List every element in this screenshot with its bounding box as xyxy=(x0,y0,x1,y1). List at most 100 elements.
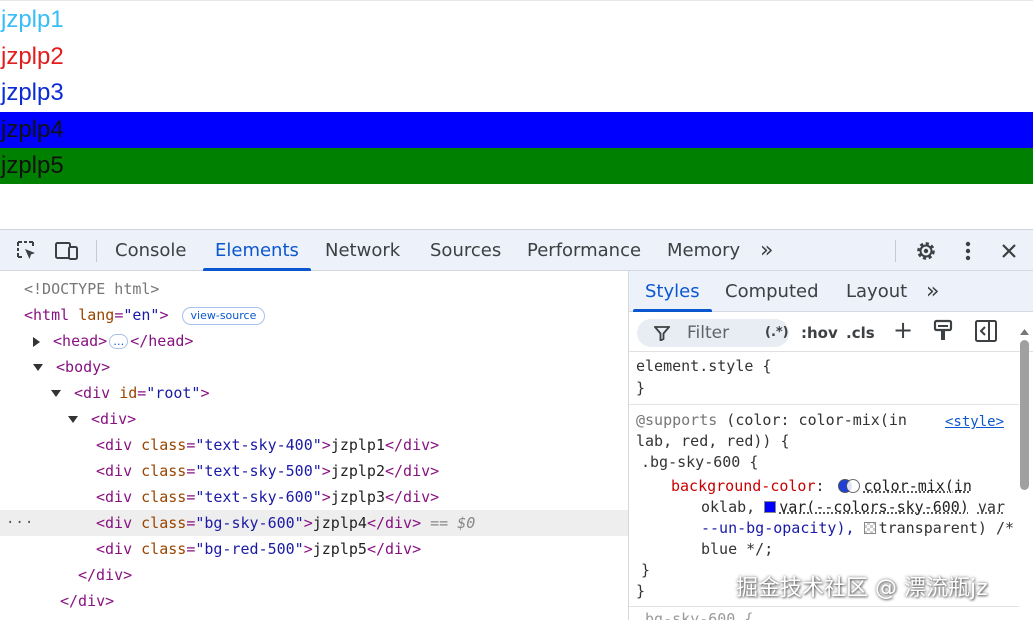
rule-divider xyxy=(629,606,1019,607)
elements-tree: <!DOCTYPE html> <html lang="en"> view-so… xyxy=(0,271,629,620)
class-attr-value: "bg-sky-600" xyxy=(195,514,304,532)
tree-item-4-selected[interactable]: ··· <div class="bg-sky-600">jzplp4</div>… xyxy=(0,510,628,536)
close-devtools-icon[interactable] xyxy=(996,238,1022,264)
inspect-element-icon[interactable] xyxy=(14,238,40,264)
expand-triangle-icon[interactable] xyxy=(33,336,40,347)
html-tag-end: > xyxy=(159,306,169,324)
more-tabs-icon[interactable]: » xyxy=(760,230,774,271)
supports-condition: (color: color-mix(in xyxy=(717,411,907,429)
tree-root-div[interactable]: <div id="root"> xyxy=(0,380,628,406)
scrollbar-thumb[interactable] xyxy=(1020,340,1029,490)
tree-item-1[interactable]: <div class="text-sky-400">jzplp1</div> xyxy=(0,432,628,458)
tab-styles[interactable]: Styles xyxy=(633,271,712,312)
collapsed-ellipsis-icon[interactable]: … xyxy=(109,334,129,349)
oklab-keyword: oklab, xyxy=(701,498,756,516)
collapse-triangle-icon[interactable] xyxy=(68,416,78,423)
preview-row-2[interactable]: jzplp2 xyxy=(0,39,1033,75)
un-bg-opacity-var: --un-bg-opacity), xyxy=(701,519,855,537)
rule-outer-close: } xyxy=(636,582,646,600)
div-close-tag: </div> xyxy=(385,488,440,506)
class-attr-name: class xyxy=(141,436,187,454)
class-attr-value: "text-sky-500" xyxy=(195,462,322,480)
color-mix-swatch-icon[interactable] xyxy=(837,479,860,493)
tree-html-node[interactable]: <html lang="en"> view-source xyxy=(0,302,628,328)
devtools-toolbar: Console Elements Network Sources Perform… xyxy=(0,230,1033,271)
equals-sign: = xyxy=(186,540,196,558)
property-name: background-color xyxy=(671,477,816,495)
filter-icon xyxy=(654,326,670,341)
tree-item-3[interactable]: <div class="text-sky-600">jzplp3</div> xyxy=(0,484,628,510)
head-close-tag: </head> xyxy=(130,332,194,350)
class-toggle-button[interactable]: .cls xyxy=(846,320,875,346)
tree-inner-div-close[interactable]: </div> xyxy=(0,562,628,588)
transparent-swatch-icon[interactable] xyxy=(863,522,876,534)
equals-sign: = xyxy=(186,436,196,454)
class-attr-value: "text-sky-400" xyxy=(195,436,322,454)
div-tag: <div xyxy=(96,436,133,454)
equals-sign: = xyxy=(114,306,124,324)
settings-gear-icon[interactable] xyxy=(913,238,939,264)
collapse-triangle-icon[interactable] xyxy=(33,364,43,371)
new-rule-button[interactable]: + xyxy=(893,317,913,343)
toggle-sidebar-icon[interactable] xyxy=(974,319,998,345)
sky-600-swatch-icon[interactable] xyxy=(764,501,777,513)
class-attr-name: class xyxy=(141,488,187,506)
equals-sign: = xyxy=(186,462,196,480)
preview-row-1[interactable]: jzplp1 xyxy=(0,2,1033,38)
tab-computed[interactable]: Computed xyxy=(725,271,819,312)
preview-row-3[interactable]: jzplp3 xyxy=(0,75,1033,111)
root-attr-name: id xyxy=(119,384,138,402)
background-color-declaration[interactable]: background-color: color-mix(in xyxy=(671,476,972,497)
class-attr-name: class xyxy=(141,462,187,480)
tab-console[interactable]: Console xyxy=(115,230,186,271)
style-source-link[interactable]: <style> xyxy=(945,412,1004,433)
more-panes-icon[interactable]: » xyxy=(926,271,940,312)
view-source-badge[interactable]: view-source xyxy=(181,306,266,325)
tree-head-node[interactable]: <head>… </head> xyxy=(0,328,628,354)
value-comment: blue */; xyxy=(701,540,774,558)
element-style-selector[interactable]: element.style { xyxy=(636,356,771,377)
styles-scrollbar[interactable] xyxy=(1018,328,1031,620)
filter-input[interactable]: Filter (.*) xyxy=(637,319,789,347)
paint-brush-icon[interactable] xyxy=(932,319,954,345)
regex-toggle-button[interactable]: (.*) xyxy=(765,319,789,347)
styles-filter-bar: Filter (.*) :hov .cls + xyxy=(629,312,1033,352)
tab-memory[interactable]: Memory xyxy=(667,230,740,271)
tree-item-2[interactable]: <div class="text-sky-500">jzplp2</div> xyxy=(0,458,628,484)
tab-performance[interactable]: Performance xyxy=(527,230,641,271)
node-text: jzplp5 xyxy=(312,540,367,558)
doctype-text: <!DOCTYPE html> xyxy=(24,280,160,298)
rule-divider xyxy=(629,404,1019,405)
tab-network[interactable]: Network xyxy=(325,230,400,271)
tree-doctype[interactable]: <!DOCTYPE html> xyxy=(0,276,628,302)
row-options-icon[interactable]: ··· xyxy=(6,510,34,536)
tag-end: > xyxy=(321,488,331,506)
tab-elements[interactable]: Elements xyxy=(203,230,311,271)
more-options-icon[interactable] xyxy=(955,238,981,264)
tab-sources[interactable]: Sources xyxy=(430,230,501,271)
html-attr-name: lang xyxy=(78,306,115,324)
tab-layout[interactable]: Layout xyxy=(846,271,907,312)
preview-row-5[interactable]: jzplp5 xyxy=(0,148,1033,184)
device-toolbar-icon[interactable] xyxy=(54,238,80,264)
juejin-watermark: 掘金技术社区 @ 漂流瓶jz xyxy=(736,576,988,601)
preview-row-4[interactable]: jzplp4 xyxy=(0,112,1033,148)
tree-item-5[interactable]: <div class="bg-red-500">jzplp5</div> xyxy=(0,536,628,562)
tree-body-node[interactable]: <body> xyxy=(0,354,628,380)
next-rule-selector[interactable]: .bg-sky-600 { xyxy=(636,609,753,620)
tree-root-div-close[interactable]: </div> xyxy=(0,588,628,614)
collapse-triangle-icon[interactable] xyxy=(51,390,61,397)
devtools-panel: Console Elements Network Sources Perform… xyxy=(0,229,1033,620)
hover-state-button[interactable]: :hov xyxy=(801,320,838,346)
color-mix-args-2: --un-bg-opacity), transparent) /* xyxy=(701,518,1014,539)
color-mix-args-1: oklab, var(--colors-sky-600) var xyxy=(701,497,1005,518)
supports-rule: @supports (color: color-mix(in xyxy=(636,410,907,431)
page-preview: jzplp1 jzplp2 jzplp3 jzplp4 jzplp5 xyxy=(0,0,1033,229)
tree-inner-div[interactable]: <div> xyxy=(0,406,628,432)
div-close-tag: </div> xyxy=(385,462,440,480)
toolbar-divider xyxy=(96,240,97,262)
bg-sky-600-selector[interactable]: .bg-sky-600 { xyxy=(641,452,758,473)
styles-pane: Styles Computed Layout » Filter (.*) :ho… xyxy=(629,271,1033,620)
scroll-up-arrow-icon[interactable] xyxy=(1019,328,1030,336)
rule-inner-close: } xyxy=(641,561,651,579)
